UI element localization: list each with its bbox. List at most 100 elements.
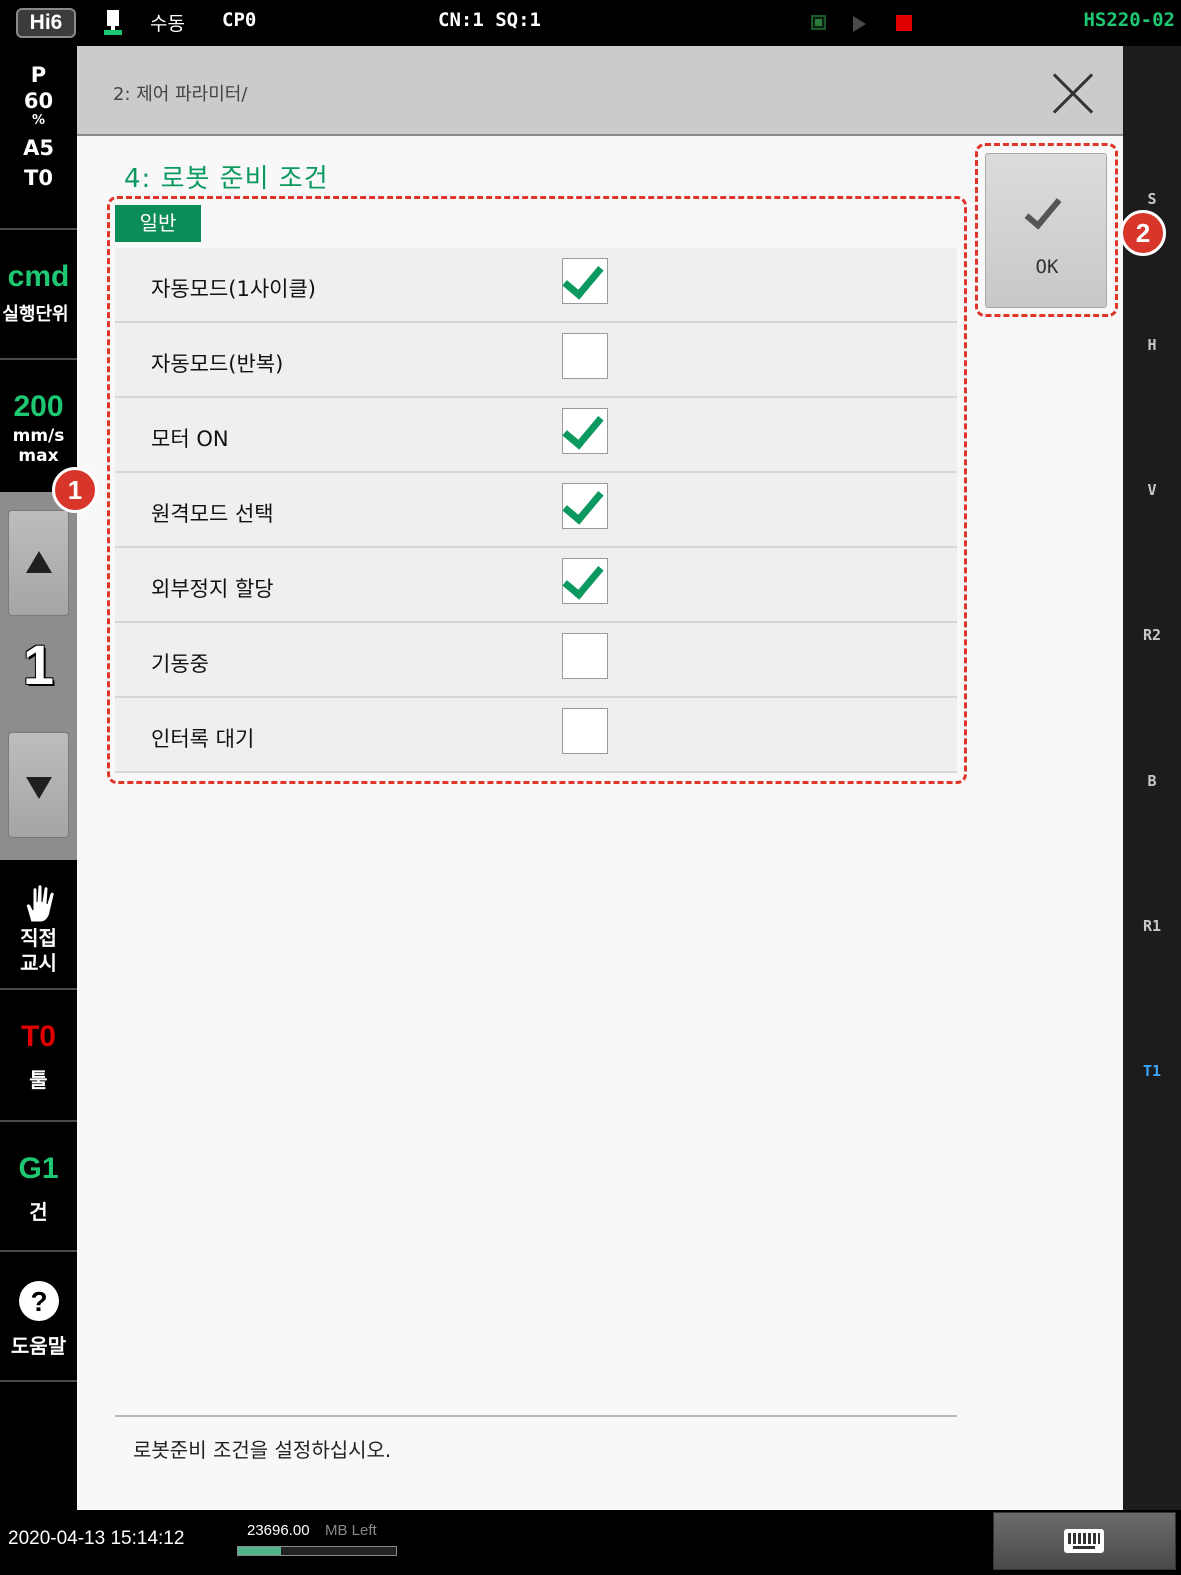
memory-bar xyxy=(237,1546,397,1556)
close-button[interactable] xyxy=(1052,72,1094,114)
axis-label-h[interactable]: H xyxy=(1123,336,1181,354)
triangle-up-icon xyxy=(26,551,52,573)
item-checkbox[interactable] xyxy=(562,333,608,379)
tool-select-button[interactable]: T0 툴 xyxy=(0,1020,77,1093)
speed-unit: mm/s xyxy=(12,426,65,446)
ok-label: OK xyxy=(1035,256,1059,278)
divider xyxy=(0,228,77,230)
item-checkbox[interactable] xyxy=(562,406,608,454)
cn-sq-status: CN:1 SQ:1 xyxy=(438,9,541,31)
item-label: 인터록 대기 xyxy=(151,727,255,751)
message-divider xyxy=(115,1415,957,1417)
section-title: 4: 로봇 준비 조건 xyxy=(124,164,329,194)
svg-text:?: ? xyxy=(30,1286,47,1317)
p-value: 60 xyxy=(23,89,54,113)
status-message: 로봇준비 조건을 설정하십시오. xyxy=(133,1438,392,1462)
axis-label-r2[interactable]: R2 xyxy=(1123,626,1181,644)
top-status-bar: Hi6 수동 CP0 CN:1 SQ:1 HS220-02 xyxy=(0,0,1181,46)
help-label: 도움말 xyxy=(10,1334,67,1358)
check-icon xyxy=(562,481,604,525)
operation-mode: 수동 xyxy=(150,13,185,35)
checkmark-icon xyxy=(1024,190,1062,230)
list-item: 기동중 xyxy=(115,623,957,698)
coordinate-cp: CP0 xyxy=(222,9,257,31)
item-label: 모터 ON xyxy=(151,427,229,451)
tool-code: T0 xyxy=(20,1020,56,1053)
triangle-down-icon xyxy=(26,777,52,799)
annotation-badge-1: 1 xyxy=(52,467,98,513)
gun-select-button[interactable]: G1 건 xyxy=(0,1152,77,1225)
axis-strip: S H V R2 B R1 T1 xyxy=(1123,46,1181,1510)
item-label: 자동모드(1사이클) xyxy=(151,277,316,301)
datetime: 2020-04-13 15:14:12 xyxy=(8,1528,185,1549)
memory-unit: MB Left xyxy=(325,1522,377,1539)
step-panel: 1 xyxy=(0,492,77,860)
item-checkbox[interactable] xyxy=(562,256,608,304)
left-sidebar: P 60 % A5 T0 cmd 실행단위 200 mm/s max 1 직접 … xyxy=(0,46,77,1510)
list-item: 인터록 대기 xyxy=(115,698,957,773)
direct-teach-button[interactable]: 직접 교시 xyxy=(0,882,77,976)
cmd-block[interactable]: cmd 실행단위 xyxy=(0,260,77,326)
gun-label: 건 xyxy=(29,1200,48,1224)
list-item: 외부정지 할당 xyxy=(115,548,957,623)
keyboard-icon xyxy=(1064,1529,1104,1553)
item-label: 자동모드(반복) xyxy=(151,352,284,376)
pendant-icon xyxy=(104,10,122,35)
hi6-logo: Hi6 xyxy=(16,8,76,38)
list-item: 자동모드(반복) xyxy=(115,323,957,398)
axis-label-s[interactable]: S xyxy=(1123,190,1181,208)
speed-sub: max xyxy=(18,446,59,466)
direct-teach-label: 직접 교시 xyxy=(20,926,57,975)
axis-a-label: A5 xyxy=(23,136,54,160)
ok-button[interactable]: OK xyxy=(985,153,1107,308)
divider xyxy=(0,988,77,990)
item-label: 기동중 xyxy=(151,652,209,676)
help-button[interactable]: ? 도움말 xyxy=(0,1280,77,1359)
step-down-button[interactable] xyxy=(8,732,69,838)
memory-value: 23696.00 xyxy=(247,1522,310,1539)
stop-icon xyxy=(896,15,912,31)
divider xyxy=(0,1380,77,1382)
speed-block[interactable]: 200 mm/s max xyxy=(0,390,77,466)
list-item: 모터 ON xyxy=(115,398,957,473)
servo-status-icon xyxy=(811,15,826,30)
axis-label-r1[interactable]: R1 xyxy=(1123,917,1181,935)
speed-value: 200 xyxy=(13,390,64,423)
tool-t-label: T0 xyxy=(24,166,53,190)
item-checkbox[interactable] xyxy=(562,556,608,604)
breadcrumb: 2: 제어 파라미터/ xyxy=(113,84,248,105)
check-icon xyxy=(562,406,604,450)
item-label: 외부정지 할당 xyxy=(151,577,274,601)
axis-label-t1[interactable]: T1 xyxy=(1123,1062,1181,1080)
divider xyxy=(0,1120,77,1122)
tool-label: 툴 xyxy=(29,1068,48,1092)
main-panel: 2: 제어 파라미터/ 4: 로봇 준비 조건 일반 자동모드(1사이클) 자동… xyxy=(77,46,1123,1510)
hand-icon xyxy=(25,884,55,923)
keyboard-button[interactable] xyxy=(993,1512,1176,1570)
item-checkbox[interactable] xyxy=(562,708,608,754)
item-checkbox[interactable] xyxy=(562,481,608,529)
bottom-status-bar: 2020-04-13 15:14:12 23696.00 MB Left xyxy=(0,1510,1181,1575)
group-tab-general: 일반 xyxy=(115,205,201,242)
breadcrumb-bar: 2: 제어 파라미터/ xyxy=(77,46,1123,136)
cmd-sub-label: 실행단위 xyxy=(2,304,69,325)
parameter-list: 자동모드(1사이클) 자동모드(반복) 모터 ON 원격모드 선택 외부정지 할… xyxy=(115,248,957,773)
gun-code: G1 xyxy=(18,1152,59,1185)
divider xyxy=(0,358,77,360)
divider xyxy=(0,1250,77,1252)
item-checkbox[interactable] xyxy=(562,633,608,679)
annotation-badge-2: 2 xyxy=(1120,210,1166,256)
list-item: 자동모드(1사이클) xyxy=(115,248,957,323)
robot-model: HS220-02 xyxy=(1083,9,1175,31)
p-unit: % xyxy=(31,113,46,128)
step-value: 1 xyxy=(22,633,55,696)
axis-label-v[interactable]: V xyxy=(1123,481,1181,499)
list-item: 원격모드 선택 xyxy=(115,473,957,548)
p-label: P xyxy=(30,63,47,87)
speed-override-block[interactable]: P 60 % A5 T0 xyxy=(0,62,77,192)
play-icon xyxy=(853,16,866,32)
memory-bar-fill xyxy=(238,1547,281,1555)
step-up-button[interactable] xyxy=(8,510,69,616)
axis-label-b[interactable]: B xyxy=(1123,772,1181,790)
item-label: 원격모드 선택 xyxy=(151,502,274,526)
